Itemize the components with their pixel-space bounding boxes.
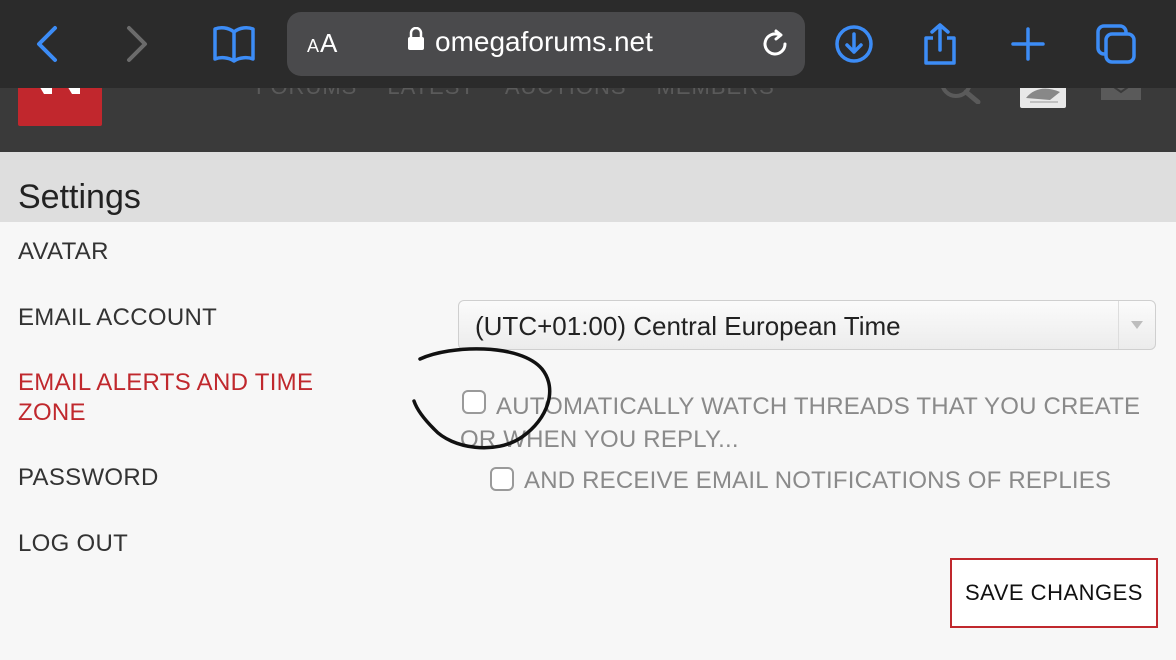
share-icon[interactable] [916, 16, 964, 72]
nav-auctions[interactable]: AUCTIONS [505, 88, 627, 100]
menu-item-log-out[interactable]: LOG OUT [18, 530, 128, 558]
watch-threads-label: AUTOMATICALLY WATCH THREADS THAT YOU CRE… [460, 393, 1141, 453]
menu-item-email-account[interactable]: EMAIL ACCOUNT [18, 304, 217, 332]
reload-icon[interactable] [759, 28, 791, 65]
menu-item-avatar[interactable]: AVATAR [18, 238, 109, 266]
save-changes-button[interactable]: SAVE CHANGES [950, 558, 1158, 628]
hand-drawn-circle-annotation [412, 347, 552, 450]
nav-latest[interactable]: LATEST [387, 88, 475, 100]
user-avatar[interactable] [1020, 88, 1066, 108]
menu-item-email-alerts-time-zone[interactable]: EMAIL ALERTS AND TIME ZONE [18, 368, 318, 428]
timezone-selected-value: (UTC+01:00) Central European Time [475, 311, 901, 341]
mail-icon[interactable] [1100, 88, 1142, 107]
search-icon[interactable] [940, 88, 984, 109]
nav-forums[interactable]: FORUMS [256, 88, 357, 100]
site-logo[interactable] [18, 88, 102, 126]
settings-title-band: Settings [0, 152, 1176, 222]
download-icon[interactable] [830, 16, 878, 72]
url-text: omegaforums.net [435, 26, 653, 57]
chevron-down-icon [1118, 301, 1155, 349]
forward-icon[interactable] [112, 16, 160, 72]
email-notifications-label: AND RECEIVE EMAIL NOTIFICATIONS OF REPLI… [524, 467, 1112, 494]
email-notifications-checkbox[interactable] [490, 467, 514, 491]
back-icon[interactable] [24, 16, 72, 72]
browser-toolbar: AA omegaforums.net [0, 0, 1176, 88]
text-size-button[interactable]: AA [307, 28, 338, 59]
new-tab-icon[interactable] [1004, 16, 1052, 72]
timezone-select[interactable]: (UTC+01:00) Central European Time [458, 300, 1156, 350]
nav-members[interactable]: MEMBERS [657, 88, 775, 100]
tabs-icon[interactable] [1092, 16, 1140, 72]
menu-item-password[interactable]: PASSWORD [18, 464, 159, 492]
lock-icon [407, 26, 425, 58]
page-title: Settings [18, 178, 141, 216]
bookmarks-icon[interactable] [210, 16, 258, 72]
site-header: FORUMS LATEST AUCTIONS MEMBERS [0, 88, 1176, 152]
site-nav: FORUMS LATEST AUCTIONS MEMBERS [256, 88, 775, 100]
address-bar[interactable]: AA omegaforums.net [287, 12, 805, 76]
